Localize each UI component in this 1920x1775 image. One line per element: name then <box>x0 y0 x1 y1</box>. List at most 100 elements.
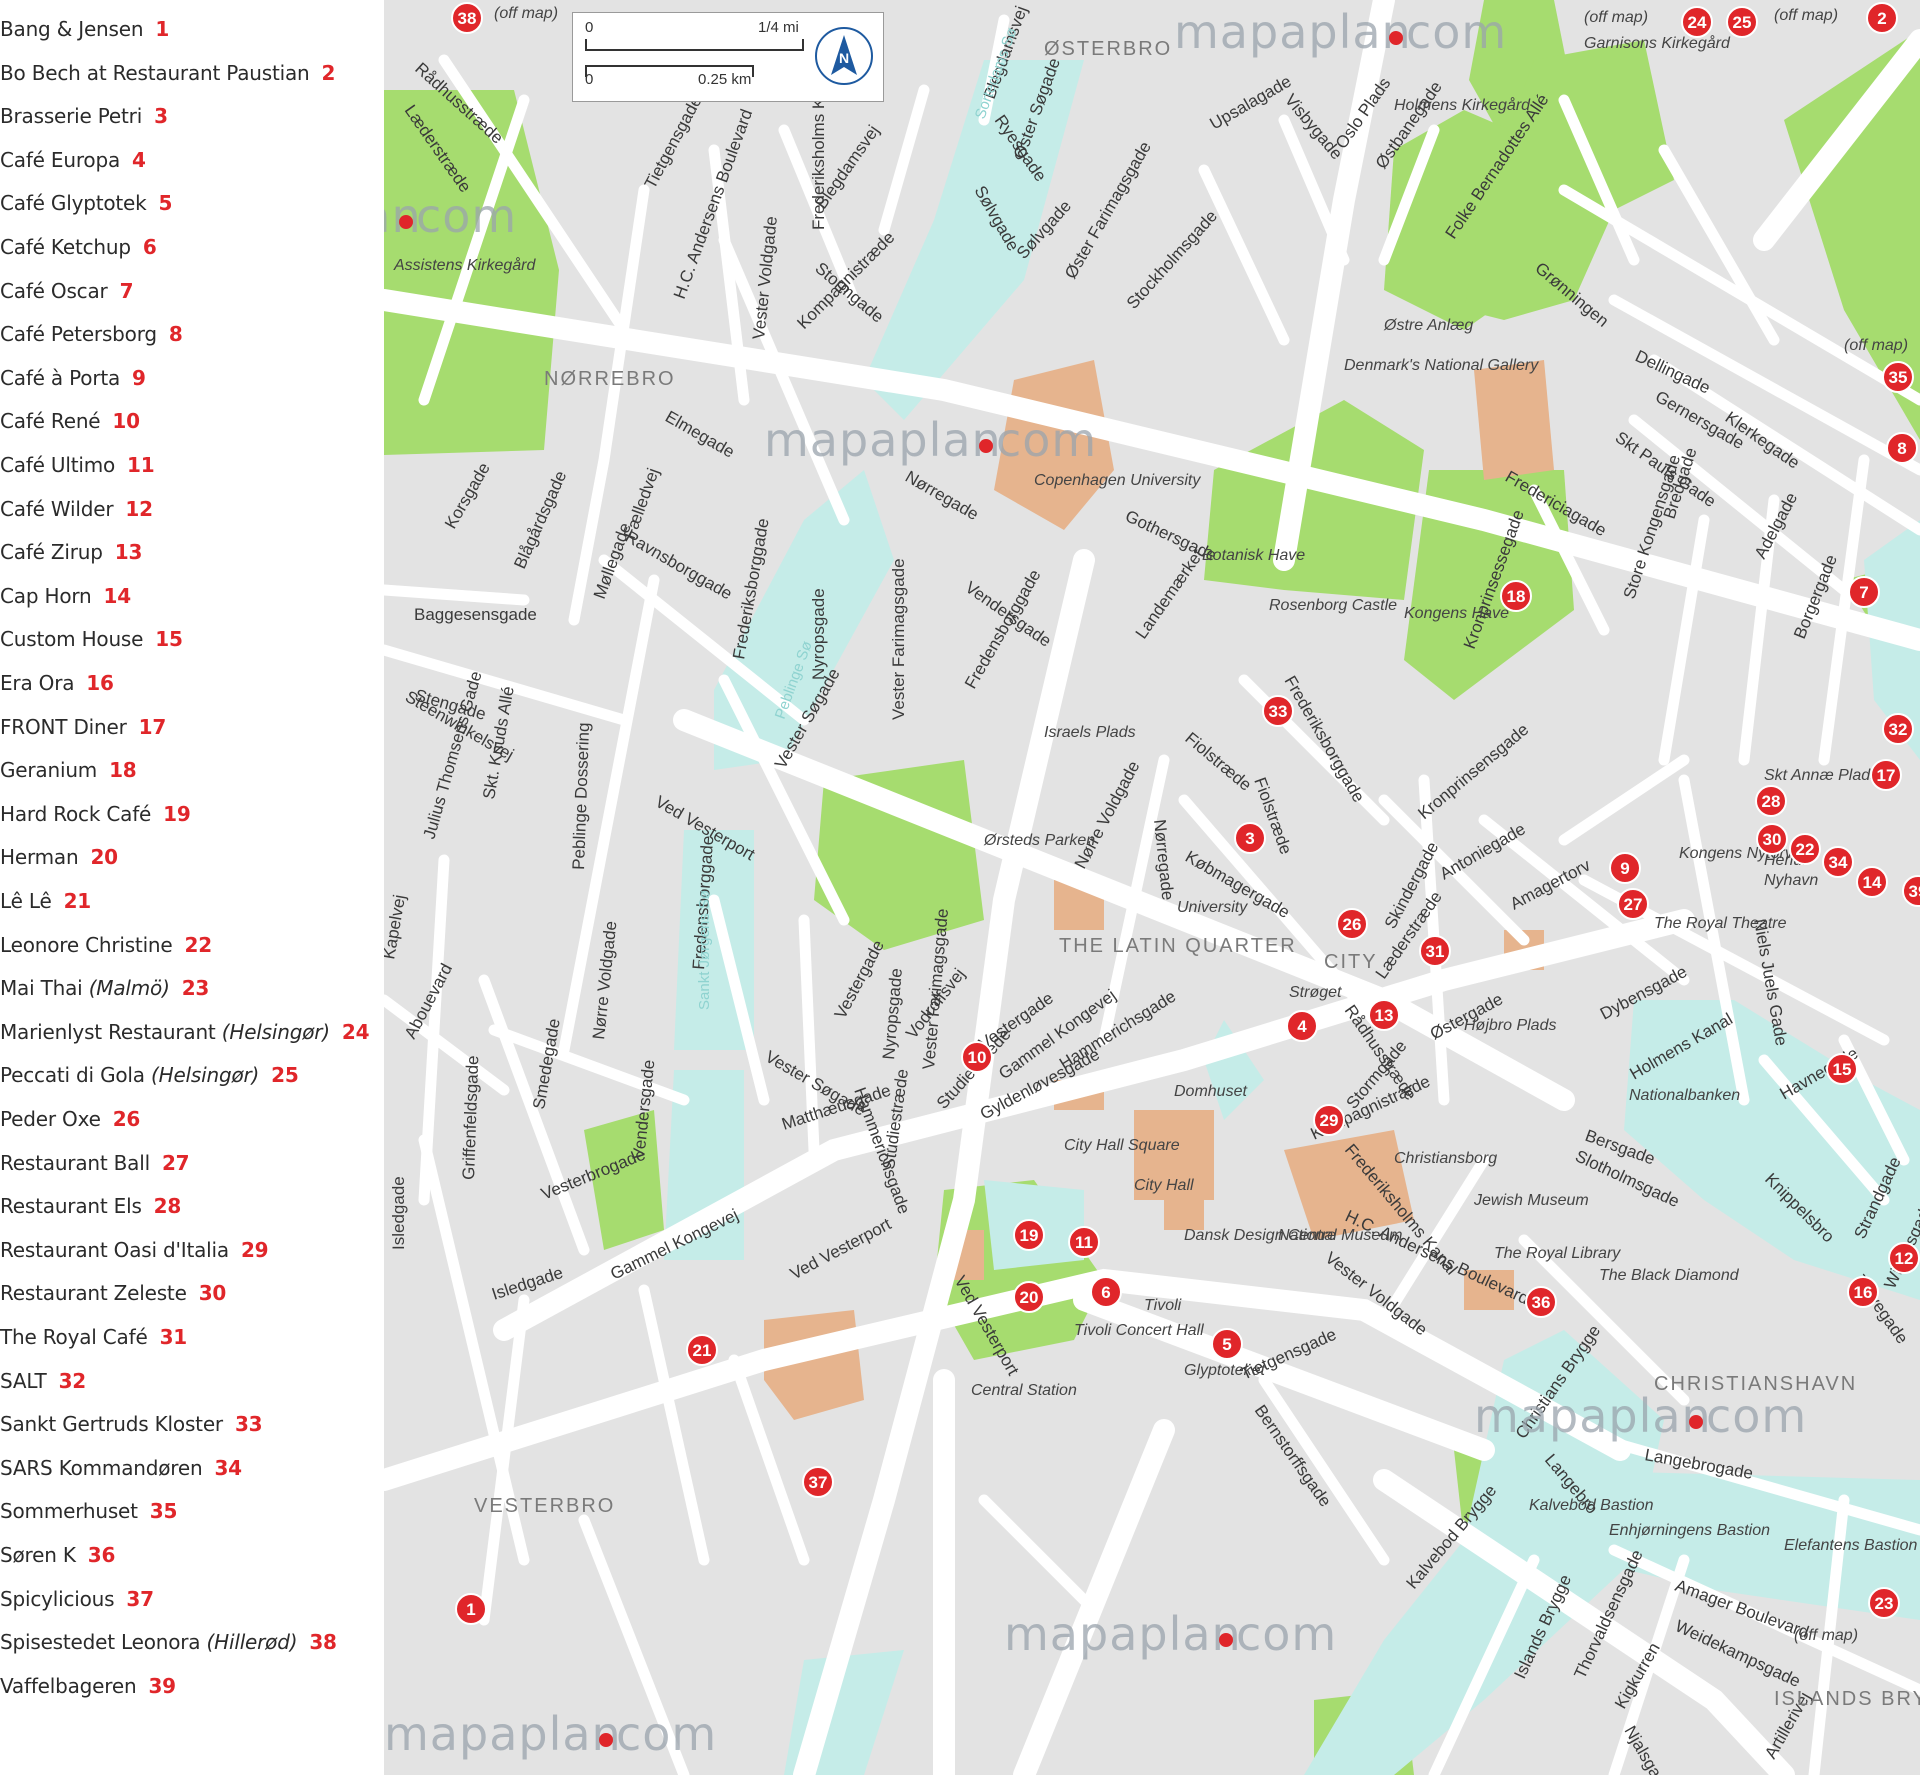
restaurant-marker[interactable]: 15 <box>1826 1053 1858 1085</box>
marker-number: 33 <box>1269 702 1288 721</box>
restaurant-marker[interactable]: 8 <box>1886 432 1918 464</box>
restaurant-marker[interactable]: 21 <box>686 1334 718 1366</box>
legend-item-number: 29 <box>240 1237 269 1262</box>
svg-text:Skt Annæ Plads: Skt Annæ Plads <box>1764 767 1878 784</box>
restaurant-marker[interactable]: 16 <box>1847 1276 1879 1308</box>
restaurant-marker[interactable]: 12 <box>1888 1242 1920 1274</box>
restaurant-marker[interactable]: 28 <box>1755 785 1787 817</box>
legend-item: Café Ketchup 6 <box>0 229 157 265</box>
legend-item: Era Ora 16 <box>0 665 114 701</box>
watermark-left: mapaplan <box>1474 1389 1712 1443</box>
legend-item-number: 21 <box>63 889 92 913</box>
legend-item-name: Café René <box>0 409 101 434</box>
svg-text:Nyropsgade: Nyropsgade <box>879 967 906 1060</box>
restaurant-marker[interactable]: 25 <box>1726 6 1758 38</box>
restaurant-marker[interactable]: 4 <box>1286 1010 1318 1042</box>
legend-item-name: Cap Horn <box>0 583 92 608</box>
legend-item: Leonore Christine 22 <box>0 927 212 963</box>
marker-number: 1 <box>466 1600 475 1619</box>
svg-text:Domhuset: Domhuset <box>1174 1083 1247 1100</box>
restaurant-marker[interactable]: 9 <box>1609 852 1641 884</box>
restaurant-marker[interactable]: 7 <box>1848 576 1880 608</box>
svg-text:The Black Diamond: The Black Diamond <box>1599 1267 1740 1284</box>
restaurant-marker[interactable]: 13 <box>1368 999 1400 1031</box>
legend-item: FRONT Diner 17 <box>0 709 166 745</box>
restaurant-marker[interactable]: 30 <box>1756 823 1788 855</box>
restaurant-marker[interactable]: 37 <box>802 1466 834 1498</box>
svg-text:Nørregade: Nørregade <box>902 467 982 524</box>
restaurant-marker[interactable]: 19 <box>1013 1219 1045 1251</box>
legend-item: Cap Horn 14 <box>0 578 131 614</box>
restaurant-marker[interactable]: 3 <box>1234 822 1266 854</box>
legend-item: Bo Bech at Restaurant Paustian 2 <box>0 55 335 91</box>
restaurant-marker[interactable]: 27 <box>1617 888 1649 920</box>
legend-item-number: 14 <box>103 583 132 608</box>
north-arrow-icon: N <box>815 27 873 85</box>
legend-item-number: 31 <box>159 1325 188 1349</box>
watermark-right: com <box>616 1707 717 1761</box>
restaurant-marker[interactable]: 38 <box>451 2 483 34</box>
restaurant-marker[interactable]: 11 <box>1068 1226 1100 1258</box>
restaurant-marker[interactable]: 23 <box>1868 1587 1900 1619</box>
restaurant-marker[interactable]: 14 <box>1856 866 1888 898</box>
marker-number: 6 <box>1101 1283 1110 1302</box>
restaurant-marker[interactable]: 32 <box>1882 713 1914 745</box>
legend-item-number: 25 <box>271 1063 299 1088</box>
legend-item-number: 9 <box>132 365 146 390</box>
marker-number: 32 <box>1889 720 1908 739</box>
legend-item: SALT 32 <box>0 1363 86 1399</box>
legend-item: Restaurant Zeleste 30 <box>0 1275 226 1311</box>
legend-item-name: Peder Oxe <box>0 1107 101 1131</box>
legend-item-number: 26 <box>112 1107 141 1131</box>
restaurant-marker[interactable]: 26 <box>1336 908 1368 940</box>
legend-item-name: Sommerhuset <box>0 1499 138 1524</box>
restaurant-marker[interactable]: 24 <box>1681 6 1713 38</box>
restaurant-marker[interactable]: 20 <box>1013 1281 1045 1313</box>
legend-item-number: 28 <box>153 1194 182 1219</box>
restaurant-marker[interactable]: 10 <box>961 1041 993 1073</box>
marker-number: 29 <box>1320 1111 1339 1130</box>
restaurant-marker[interactable]: 5 <box>1211 1328 1243 1360</box>
map-canvas[interactable]: Rådhusstræde Læderstræde Tietgensgade H.… <box>384 0 1920 1775</box>
restaurant-marker[interactable]: 36 <box>1525 1286 1557 1318</box>
restaurant-marker[interactable]: 17 <box>1870 759 1902 791</box>
svg-text:Sankt Jørgens Sø: Sankt Jørgens Sø <box>696 890 713 1010</box>
watermark: mapaplancom <box>1004 1607 1336 1661</box>
marker-number: 18 <box>1507 587 1526 606</box>
watermark-dot <box>1219 1633 1233 1647</box>
svg-text:Fælledvej: Fælledvej <box>620 466 663 542</box>
svg-text:ISLANDS BRYGGE: ISLANDS BRYGGE <box>1774 1688 1920 1710</box>
legend-item: Peccati di Gola (Helsingør) 25 <box>0 1057 299 1093</box>
legend-item-name: SARS Kommandøren <box>0 1455 203 1480</box>
legend-item: Herman 20 <box>0 839 118 875</box>
restaurant-marker[interactable]: 39 <box>1902 875 1920 907</box>
marker-number: 36 <box>1532 1293 1551 1312</box>
restaurant-marker[interactable]: 6 <box>1090 1276 1122 1308</box>
restaurant-marker[interactable]: 34 <box>1822 846 1854 878</box>
restaurant-marker[interactable]: 29 <box>1313 1104 1345 1136</box>
legend-item-name: FRONT Diner <box>0 714 127 739</box>
svg-text:Baggesensgade: Baggesensgade <box>414 605 537 624</box>
marker-number: 20 <box>1020 1288 1039 1307</box>
legend-item-number: 33 <box>234 1412 263 1437</box>
legend-item-name: Marienlyst Restaurant <box>0 1019 216 1044</box>
legend-item: Café Europa 4 <box>0 142 146 178</box>
legend-item-name: Lê Lê <box>0 889 52 913</box>
marker-number: 11 <box>1075 1233 1093 1252</box>
legend-item-name: Café Zirup <box>0 540 103 565</box>
legend-item-name: Vaffelbageren <box>0 1673 137 1698</box>
restaurant-marker[interactable]: 22 <box>1789 833 1821 865</box>
legend-item-location: (Hillerød) <box>206 1630 298 1655</box>
legend-item: Café Wilder 12 <box>0 491 153 527</box>
svg-text:Christiansborg: Christiansborg <box>1394 1150 1497 1167</box>
svg-text:NØRREBRO: NØRREBRO <box>544 368 676 390</box>
restaurant-marker[interactable]: 1 <box>455 1593 487 1625</box>
marker-number: 12 <box>1895 1249 1914 1268</box>
restaurant-marker[interactable]: 35 <box>1882 361 1914 393</box>
restaurant-marker[interactable]: 2 <box>1866 2 1898 34</box>
restaurant-marker[interactable]: 31 <box>1419 935 1451 967</box>
restaurant-marker[interactable]: 33 <box>1262 695 1294 727</box>
city-map[interactable]: Rådhusstræde Læderstræde Tietgensgade H.… <box>384 0 1920 1775</box>
restaurant-marker[interactable]: 18 <box>1500 580 1532 612</box>
legend-item-number: 10 <box>112 409 140 434</box>
